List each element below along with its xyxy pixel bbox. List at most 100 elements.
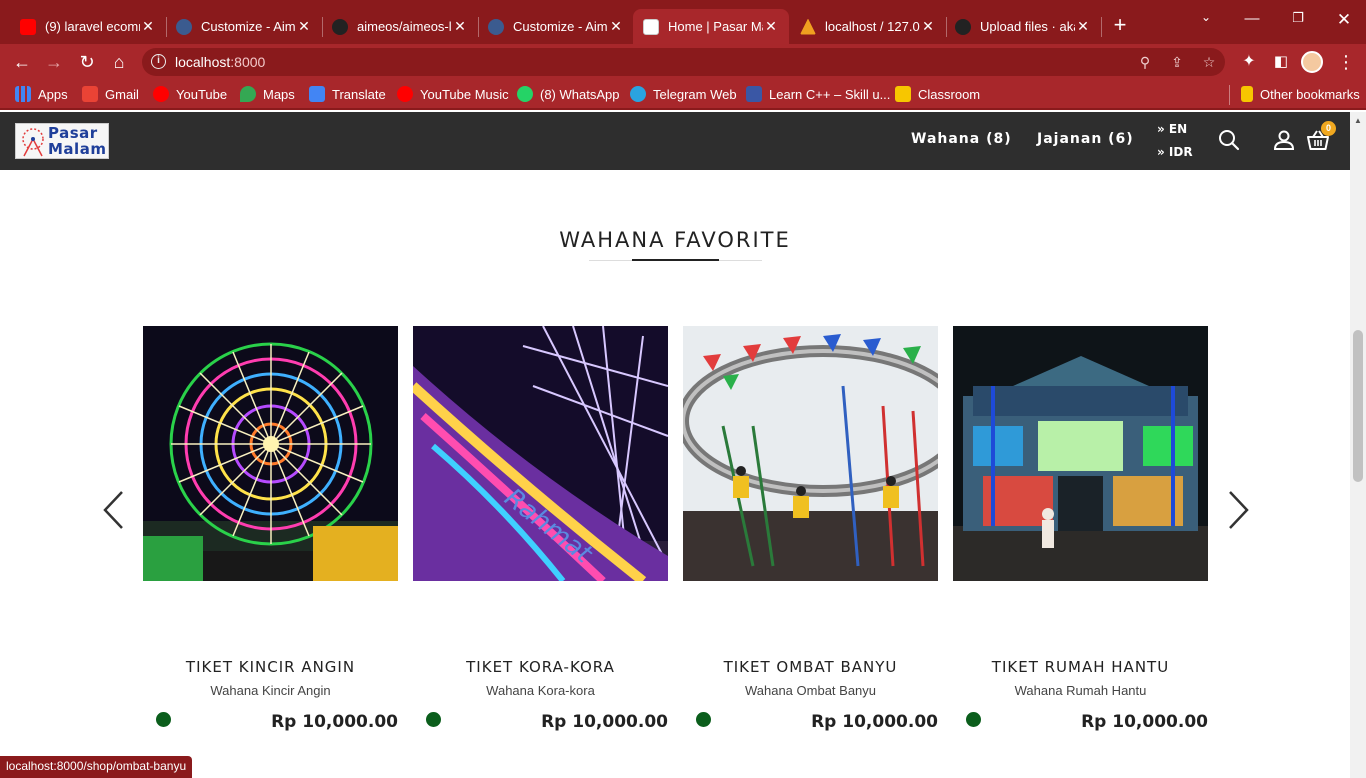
browser-tab[interactable]: localhost / 127.0.0.1 ✕ — [790, 9, 947, 44]
apps-grid-icon — [15, 86, 31, 102]
bookmark-whatsapp[interactable]: (8) WhatsApp — [517, 86, 619, 102]
browser-tab[interactable]: Customize - Aimeos ✕ — [478, 9, 634, 44]
star-icon[interactable]: ☆ — [1199, 52, 1219, 72]
stock-indicator-dot — [696, 712, 711, 727]
bookmark-telegram[interactable]: Telegram Web — [630, 86, 737, 102]
nav-jajanan[interactable]: Jajanan (6) — [1037, 131, 1134, 147]
ferris-wheel-logo-icon — [22, 128, 44, 157]
share-icon[interactable]: ⇪ — [1167, 52, 1187, 72]
product-card[interactable]: Rahmat TIKET KORA-KORA Wahana Kora-kora … — [413, 283, 668, 732]
product-name[interactable]: TIKET KORA-KORA — [413, 658, 668, 676]
plus-icon[interactable]: + — [1108, 14, 1132, 38]
stock-indicator-dot — [426, 712, 441, 727]
url-host: localhost — [175, 54, 231, 70]
other-bookmarks[interactable]: Other bookmarks — [1241, 86, 1360, 102]
cpp-icon — [746, 86, 762, 102]
youtube-icon — [153, 86, 169, 102]
reload-icon[interactable]: ↻ — [75, 50, 99, 74]
product-card[interactable]: TIKET RUMAH HANTU Wahana Rumah Hantu Rp … — [953, 283, 1208, 732]
forward-arrow-icon[interactable]: → — [42, 50, 66, 74]
menu-kebab-icon[interactable]: ⋮ — [1334, 50, 1358, 74]
close-icon[interactable]: ✕ — [140, 18, 156, 35]
carousel-next-arrow-icon[interactable] — [1224, 490, 1252, 530]
scroll-up-arrow-icon[interactable]: ▲ — [1354, 116, 1362, 125]
product-price: Rp 10,000.00 — [541, 712, 668, 732]
close-icon[interactable]: ✕ — [920, 18, 936, 35]
extensions-puzzle-icon[interactable]: ✦ — [1237, 50, 1261, 74]
title-divider-accent — [632, 259, 719, 261]
user-account-icon[interactable] — [1272, 128, 1296, 152]
product-image-frame — [683, 283, 938, 624]
bookmark-gmail[interactable]: Gmail — [82, 86, 139, 102]
browser-tab-active[interactable]: Home | Pasar Malam ✕ — [633, 9, 789, 44]
product-image-frame: Rahmat — [413, 283, 668, 624]
product-name[interactable]: TIKET RUMAH HANTU — [953, 658, 1208, 676]
browser-tab[interactable]: aimeos/aimeos-laravel ✕ — [322, 9, 479, 44]
site-logo[interactable]: Pasar Malam — [15, 123, 109, 159]
product-name[interactable]: TIKET OMBAT BANYU — [683, 658, 938, 676]
product-image-kora-kora[interactable]: Rahmat — [413, 326, 668, 581]
browser-toolbar: ← → ↻ ⌂ i localhost:8000 ⚲ ⇪ ☆ ✦ ◧ ⋮ — [0, 44, 1366, 80]
browser-tab[interactable]: Customize - Aimeos ✕ — [166, 9, 323, 44]
browser-tab[interactable]: (9) laravel ecommerce ✕ — [10, 9, 167, 44]
back-arrow-icon[interactable]: ← — [10, 50, 34, 74]
site-info-icon[interactable]: i — [151, 54, 166, 69]
zoom-icon[interactable]: ⚲ — [1135, 52, 1155, 72]
page-scrollbar[interactable]: ▲ — [1350, 112, 1366, 778]
bookmark-maps[interactable]: Maps — [240, 86, 295, 102]
product-card[interactable]: TIKET KINCIR ANGIN Wahana Kincir Angin R… — [143, 283, 398, 732]
close-icon[interactable]: ✕ — [1075, 18, 1091, 35]
youtube-music-icon — [397, 86, 413, 102]
profile-avatar[interactable] — [1301, 50, 1325, 74]
product-name[interactable]: TIKET KINCIR ANGIN — [143, 658, 398, 676]
aimeos-icon — [176, 18, 192, 35]
scrollbar-thumb[interactable] — [1353, 330, 1363, 482]
tab-title: aimeos/aimeos-laravel — [357, 19, 452, 34]
product-subtitle: Wahana Ombat Banyu — [744, 683, 877, 698]
window-close-icon[interactable]: ✕ — [1324, 10, 1364, 30]
bookmark-learn-cpp[interactable]: Learn C++ – Skill u... — [746, 86, 890, 102]
link-status-tooltip: localhost:8000/shop/ombat-banyu — [0, 756, 193, 778]
bookmark-translate[interactable]: Translate — [309, 86, 386, 102]
nav-wahana[interactable]: Wahana (8) — [911, 131, 1012, 147]
restore-icon[interactable]: ❐ — [1278, 10, 1318, 26]
home-icon[interactable]: ⌂ — [107, 50, 131, 74]
maps-pin-icon — [240, 86, 256, 102]
tab-title: (9) laravel ecommerce — [45, 19, 140, 34]
bookmark-youtube-music[interactable]: YouTube Music — [397, 86, 509, 102]
close-icon[interactable]: ✕ — [296, 18, 312, 35]
bookmark-apps[interactable]: Apps — [15, 86, 68, 102]
address-bar[interactable]: i localhost:8000 ⚲ ⇪ ☆ — [142, 48, 1225, 76]
language-selector[interactable]: » EN — [1157, 122, 1187, 136]
browser-tab[interactable]: Upload files · akarsana ✕ — [945, 9, 1102, 44]
carousel-prev-arrow-icon[interactable] — [100, 490, 128, 530]
stock-indicator-dot — [966, 712, 981, 727]
tab-title: Customize - Aimeos — [201, 19, 296, 34]
folder-icon — [1241, 86, 1253, 102]
bookmark-classroom[interactable]: Classroom — [895, 86, 980, 102]
product-image-rumah-hantu[interactable] — [953, 326, 1208, 581]
logo-text-line2: Malam — [48, 140, 107, 158]
close-icon[interactable]: ✕ — [608, 18, 624, 35]
side-panel-icon[interactable]: ◧ — [1269, 50, 1293, 74]
product-card[interactable]: TIKET OMBAT BANYU Wahana Ombat Banyu Rp … — [683, 283, 938, 732]
github-icon — [332, 18, 348, 35]
search-icon[interactable] — [1217, 128, 1241, 152]
browser-tab-strip: (9) laravel ecommerce ✕ Customize - Aime… — [0, 0, 1366, 44]
close-icon[interactable]: ✕ — [452, 18, 468, 35]
bookmark-label: Apps — [38, 86, 68, 102]
bookmark-label: Classroom — [918, 86, 981, 102]
product-price: Rp 10,000.00 — [811, 712, 938, 732]
product-image-ombat-banyu[interactable] — [683, 326, 938, 581]
currency-selector[interactable]: » IDR — [1157, 145, 1193, 159]
bookmark-label: Maps — [263, 86, 295, 102]
telegram-icon — [630, 86, 646, 102]
tab-title: localhost / 127.0.0.1 — [825, 19, 920, 34]
bookmark-youtube[interactable]: YouTube — [153, 86, 227, 102]
close-icon[interactable]: ✕ — [763, 18, 779, 35]
tab-search-chevron-icon[interactable]: ⌄ — [1186, 10, 1226, 24]
minimize-icon[interactable]: — — [1232, 10, 1272, 27]
bookmarks-divider — [1229, 85, 1230, 105]
bookmarks-bar: Apps Gmail YouTube Maps Translate YouTub… — [0, 80, 1366, 110]
product-image-ferris-wheel[interactable] — [143, 326, 398, 581]
